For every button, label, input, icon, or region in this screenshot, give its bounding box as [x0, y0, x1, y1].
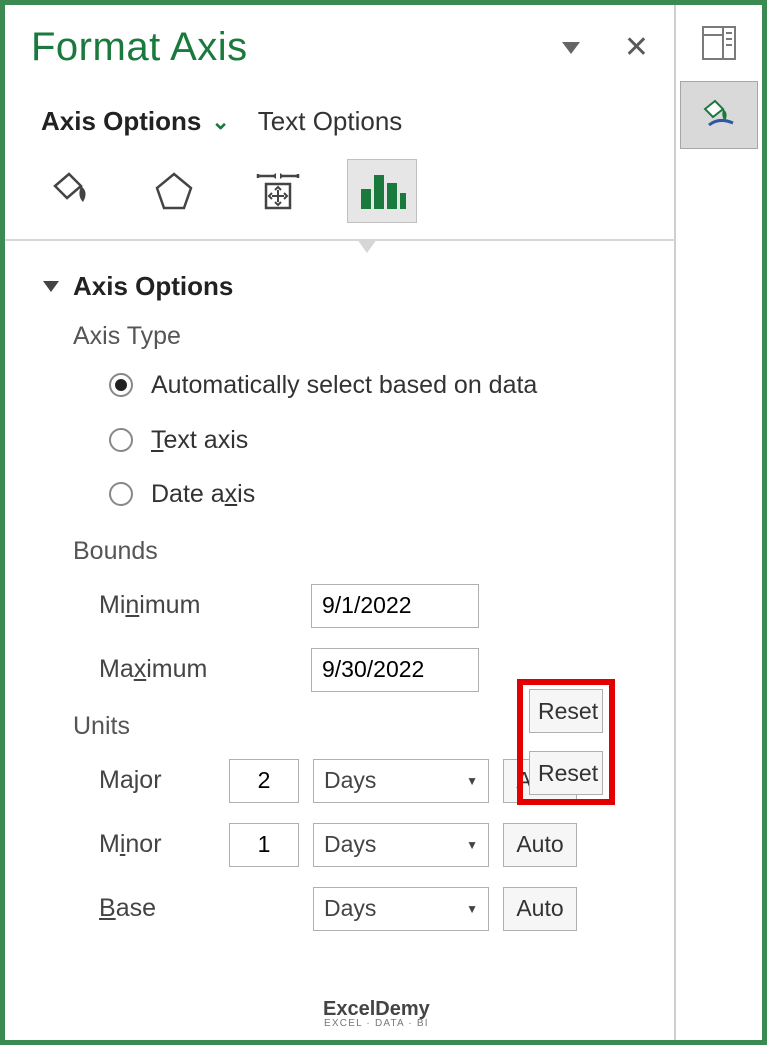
bounds-minimum-input[interactable]: [311, 584, 479, 628]
tab-text-options[interactable]: Text Options: [258, 106, 403, 137]
ribbon-side-strip: [674, 5, 762, 1040]
reset-minimum-button[interactable]: Reset: [529, 689, 603, 733]
section-header-label: Axis Options: [73, 271, 233, 302]
panel-title: Format Axis: [31, 25, 248, 70]
units-minor-auto-button[interactable]: Auto: [503, 823, 577, 867]
axis-options-icon[interactable]: [347, 159, 417, 223]
radio-date-axis[interactable]: Date axis: [109, 478, 649, 511]
units-minor-label: Minor: [99, 830, 229, 859]
watermark-line2: EXCEL · DATA · BI: [324, 1019, 429, 1029]
units-base-label: Base: [99, 894, 229, 923]
units-base-row: Base Days ▼ Auto: [31, 887, 649, 931]
units-minor-row: Minor Days ▼ Auto: [31, 823, 649, 867]
units-base-unit-select[interactable]: Days ▼: [313, 887, 489, 931]
axis-type-label: Axis Type: [31, 322, 649, 351]
section-divider: [5, 239, 675, 241]
reset-maximum-button[interactable]: Reset: [529, 751, 603, 795]
bounds-maximum-input[interactable]: [311, 648, 479, 692]
chevron-down-icon: [43, 281, 59, 292]
dropdown-arrow-icon: ▼: [466, 902, 478, 916]
panel-tabs: Axis Options ⌄ Text Options: [31, 106, 649, 137]
watermark-line1: ExcelDemy: [323, 999, 430, 1019]
category-icon-row: [31, 159, 649, 239]
bounds-label: Bounds: [31, 537, 649, 566]
units-minor-unit-value: Days: [324, 831, 376, 858]
size-properties-icon[interactable]: [243, 159, 313, 223]
units-major-input[interactable]: [229, 759, 299, 803]
axis-type-radio-group: Automatically select based on data Text …: [31, 369, 649, 511]
bounds-minimum-row: Minimum: [31, 584, 649, 628]
dropdown-arrow-icon: ▼: [466, 838, 478, 852]
panel-header: Format Axis ✕: [31, 25, 649, 70]
close-icon[interactable]: ✕: [624, 30, 649, 65]
units-base-auto-button[interactable]: Auto: [503, 887, 577, 931]
tab-axis-options-label: Axis Options: [41, 106, 201, 137]
radio-icon: [109, 482, 133, 506]
format-axis-panel: Format Axis ✕ Axis Options ⌄ Text Option…: [5, 5, 675, 1040]
radio-icon: [109, 428, 133, 452]
units-major-unit-value: Days: [324, 767, 376, 794]
units-base-unit-value: Days: [324, 895, 376, 922]
section-header-axis-options[interactable]: Axis Options: [31, 265, 649, 322]
units-major-label: Major: [99, 766, 229, 795]
effects-icon[interactable]: [139, 159, 209, 223]
units-minor-unit-select[interactable]: Days ▼: [313, 823, 489, 867]
bounds-minimum-label: Minimum: [99, 591, 311, 620]
bounds-maximum-label: Maximum: [99, 655, 311, 684]
units-minor-input[interactable]: [229, 823, 299, 867]
panel-menu-dropdown-icon[interactable]: [562, 42, 580, 54]
radio-date-label: Date axis: [151, 478, 255, 511]
units-major-unit-select[interactable]: Days ▼: [313, 759, 489, 803]
radio-icon: [109, 373, 133, 397]
reset-buttons-highlight: Reset Reset: [517, 679, 615, 805]
radio-text-label: Text axis: [151, 424, 248, 457]
dropdown-arrow-icon: ▼: [466, 774, 478, 788]
radio-auto-select[interactable]: Automatically select based on data: [109, 369, 649, 402]
watermark: ExcelDemy EXCEL · DATA · BI: [323, 999, 430, 1029]
format-pane-icon[interactable]: [680, 81, 758, 149]
chevron-down-icon: ⌄: [211, 109, 229, 135]
radio-text-axis[interactable]: Text axis: [109, 424, 649, 457]
fill-and-line-icon[interactable]: [35, 159, 105, 223]
radio-auto-label: Automatically select based on data: [151, 369, 537, 402]
tab-axis-options[interactable]: Axis Options ⌄: [41, 106, 230, 137]
properties-pane-icon[interactable]: [680, 9, 758, 77]
